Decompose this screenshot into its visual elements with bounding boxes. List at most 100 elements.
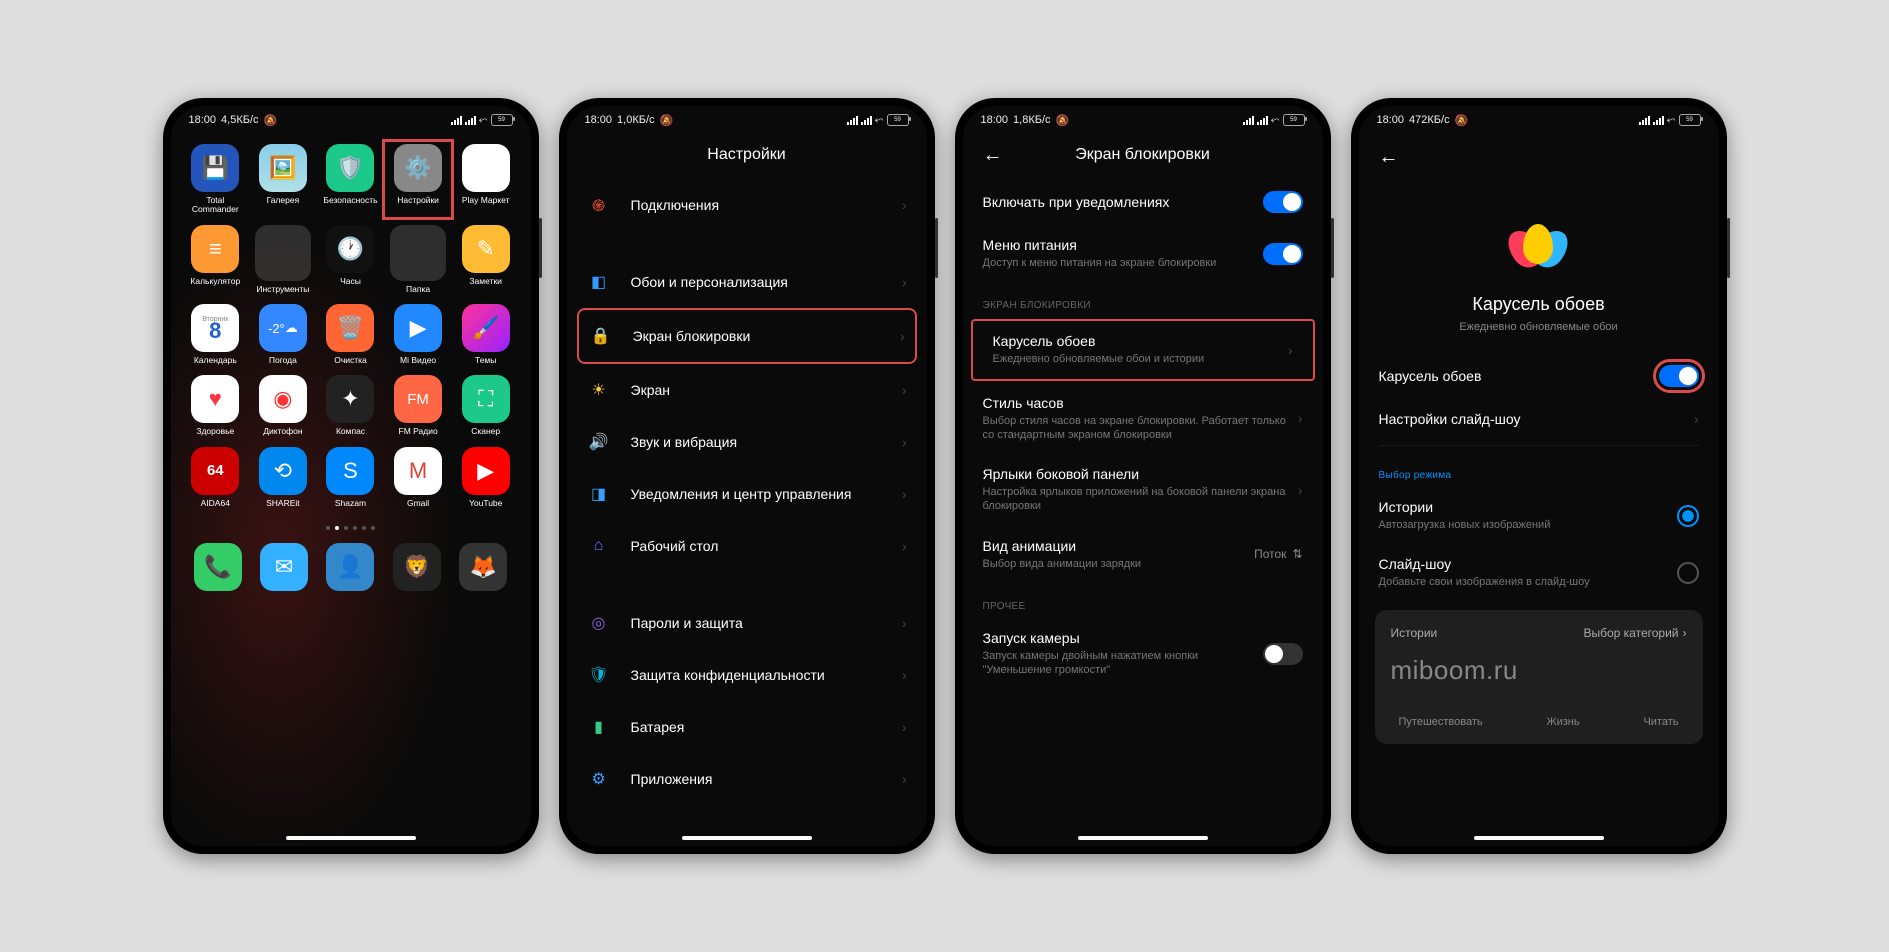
radio-off[interactable] (1677, 562, 1699, 584)
app-scanner[interactable]: ⛶Сканер (455, 375, 517, 436)
row-mode-slideshow[interactable]: Слайд-шоуДобавьте свои изображения в сла… (1359, 544, 1719, 601)
dock-browser-1[interactable]: 🦁 (393, 543, 441, 591)
radio-on[interactable] (1677, 505, 1699, 527)
dock-messages[interactable]: ✉ (260, 543, 308, 591)
back-button[interactable]: ← (983, 144, 1003, 167)
app-play-store[interactable]: ▶Play Маркет (455, 144, 517, 215)
app-youtube[interactable]: ▶YouTube (455, 447, 517, 508)
app-themes[interactable]: 🖌️Темы (455, 304, 517, 365)
back-button[interactable]: ← (1379, 146, 1399, 169)
lockscreen-settings: 18:001,8КБ/с🔕 ⬿59 ←Экран блокировки Вклю… (963, 106, 1323, 846)
tab-read[interactable]: Читать (1643, 716, 1678, 728)
row-carousel[interactable]: Карусель обоевЕжедневно обновляемые обои… (971, 319, 1315, 380)
dock-firefox[interactable]: 🦊 (459, 543, 507, 591)
row-display[interactable]: ☀Экран› (577, 364, 917, 416)
tab-life[interactable]: Жизнь (1546, 716, 1579, 728)
settings-screen: 18:001,0КБ/с🔕 ⬿59 Настройки ֍Подключения… (567, 106, 927, 846)
dnd-icon: 🔕 (264, 114, 278, 127)
select-value[interactable]: Поток⇅ (1254, 547, 1302, 561)
finger-icon: ◎ (587, 611, 611, 635)
category-button[interactable]: Выбор категорий› (1583, 626, 1686, 640)
knot-icon: ֍ (587, 193, 611, 217)
statusbar: 18:001,0КБ/с🔕 ⬿59 (567, 106, 927, 134)
row-connections[interactable]: ֍Подключения› (577, 179, 917, 231)
app-total-commander[interactable]: 💾Total Commander (185, 144, 247, 215)
row-privacy[interactable]: 🛡Защита конфиденциальности› (577, 649, 917, 701)
settings-list[interactable]: ֍Подключения› ◧Обои и персонализация› 🔒Э… (567, 179, 927, 805)
chevron-right-icon: › (1288, 342, 1293, 358)
row-animation[interactable]: Вид анимацииВыбор вида анимации зарядкиП… (963, 526, 1323, 583)
dock-phone[interactable]: 📞 (194, 543, 242, 591)
battery-icon: ▮ (587, 715, 611, 739)
app-clock[interactable]: 🕐Часы (320, 225, 382, 294)
app-security[interactable]: 🛡️Безопасность (320, 144, 382, 215)
nav-bar[interactable] (1474, 836, 1604, 840)
row-power-menu[interactable]: Меню питанияДоступ к меню питания на экр… (963, 225, 1323, 282)
folder-generic[interactable]: Папка (387, 225, 449, 294)
row-battery[interactable]: ▮Батарея› (577, 701, 917, 753)
nav-bar[interactable] (1078, 836, 1208, 840)
row-mode-stories[interactable]: ИсторииАвтозагрузка новых изображений (1359, 487, 1719, 544)
phone-1: 18:004,5КБ/с🔕 ⬿59 💾Total Commander 🖼️Гал… (163, 98, 539, 854)
row-shortcuts[interactable]: Ярлыки боковой панелиНастройка ярлыков п… (963, 454, 1323, 526)
lock-icon: 🔒 (589, 324, 613, 348)
row-lockscreen[interactable]: 🔒Экран блокировки› (577, 308, 917, 364)
app-compass[interactable]: ✦Компас (320, 375, 382, 436)
page-header: ← (1359, 134, 1719, 184)
row-clock-style[interactable]: Стиль часовВыбор стиля часов на экране б… (963, 383, 1323, 455)
statusbar: 18:001,8КБ/с🔕 ⬿59 (963, 106, 1323, 134)
dock-contacts[interactable]: 👤 (326, 543, 374, 591)
toggle-off[interactable] (1263, 643, 1303, 665)
app-recorder[interactable]: ◉Диктофон (252, 375, 314, 436)
carousel-settings: 18:00472КБ/с🔕 ⬿59 ← Карусель обоев Ежедн… (1359, 106, 1719, 846)
toggle-on[interactable] (1659, 365, 1699, 387)
app-shazam[interactable]: SShazam (320, 447, 382, 508)
apps-icon: ⚙ (587, 767, 611, 791)
card-title: Истории (1391, 626, 1438, 640)
app-health[interactable]: ♥Здоровье (185, 375, 247, 436)
app-calculator[interactable]: ≡Калькулятор (185, 225, 247, 294)
row-camera-launch[interactable]: Запуск камерыЗапуск камеры двойным нажат… (963, 618, 1323, 690)
page-title: Настройки (567, 134, 927, 179)
dock: 📞 ✉ 👤 🦁 🦊 (171, 538, 531, 596)
app-mi-video[interactable]: ▶Mi Видео (387, 304, 449, 365)
row-wallpaper[interactable]: ◧Обои и персонализация› (577, 256, 917, 308)
sun-icon: ☀ (587, 378, 611, 402)
hero-title: Карусель обоев (1472, 294, 1604, 315)
row-passwords[interactable]: ◎Пароли и защита› (577, 597, 917, 649)
folder-tools[interactable]: Инструменты (252, 225, 314, 294)
tab-travel[interactable]: Путешествовать (1399, 716, 1483, 728)
app-calendar[interactable]: Вторник8Календарь (185, 304, 247, 365)
nav-bar[interactable] (682, 836, 812, 840)
toggle-on[interactable] (1263, 243, 1303, 265)
app-shareit[interactable]: ⟲SHAREit (252, 447, 314, 508)
app-aida64[interactable]: 64AIDA64 (185, 447, 247, 508)
statusbar: 18:004,5КБ/с🔕 ⬿59 (171, 106, 531, 134)
app-gallery[interactable]: 🖼️Галерея (252, 144, 314, 215)
app-cleaner[interactable]: 🗑️Очистка (320, 304, 382, 365)
chevron-updown-icon: ⇅ (1292, 547, 1302, 561)
app-gmail[interactable]: MGmail (387, 447, 449, 508)
home-icon: ⌂ (587, 534, 611, 558)
app-notes[interactable]: ✎Заметки (455, 225, 517, 294)
toggle-on[interactable] (1263, 191, 1303, 213)
watermark: miboom.ru (1391, 655, 1687, 686)
row-apps[interactable]: ⚙Приложения› (577, 753, 917, 805)
flower-icon (1506, 214, 1571, 279)
section-header: ЭКРАН БЛОКИРОВКИ (963, 282, 1323, 317)
app-settings[interactable]: ⚙️Настройки (387, 144, 449, 215)
row-carousel-toggle[interactable]: Карусель обоев (1359, 353, 1719, 399)
row-notifications[interactable]: ◨Уведомления и центр управления› (577, 468, 917, 520)
brush-icon: ◧ (587, 270, 611, 294)
row-wake-notifications[interactable]: Включать при уведомлениях (963, 179, 1323, 225)
phone-4: 18:00472КБ/с🔕 ⬿59 ← Карусель обоев Ежедн… (1351, 98, 1727, 854)
row-desktop[interactable]: ⌂Рабочий стол› (577, 520, 917, 572)
row-slideshow-settings[interactable]: Настройки слайд-шоу› (1359, 399, 1719, 439)
nav-bar[interactable] (286, 836, 416, 840)
phone-3: 18:001,8КБ/с🔕 ⬿59 ←Экран блокировки Вклю… (955, 98, 1331, 854)
homescreen: 18:004,5КБ/с🔕 ⬿59 💾Total Commander 🖼️Гал… (171, 106, 531, 846)
app-fm-radio[interactable]: FMFM Радио (387, 375, 449, 436)
row-sound[interactable]: 🔊Звук и вибрация› (577, 416, 917, 468)
stories-card[interactable]: Истории Выбор категорий› miboom.ru Путеше… (1375, 610, 1703, 744)
app-weather[interactable]: -2°☁Погода (252, 304, 314, 365)
